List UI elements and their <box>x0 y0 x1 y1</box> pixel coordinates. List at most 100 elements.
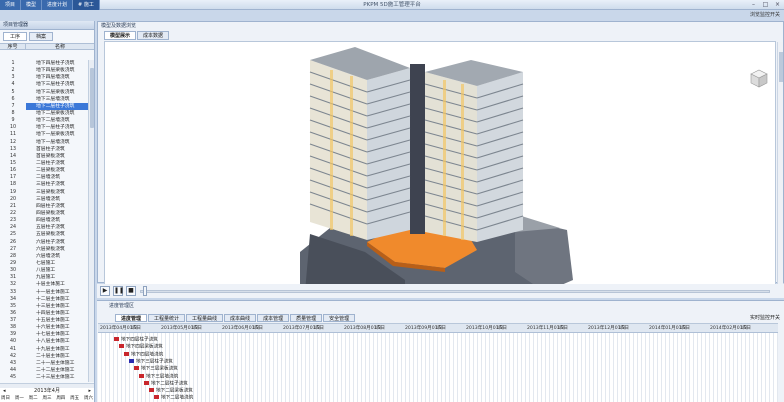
row-number: 27 <box>9 246 17 252</box>
row-name: 十五层主体施工 <box>36 318 70 324</box>
table-row[interactable]: 20 三层墙浇筑 <box>0 196 88 203</box>
row-number: 38 <box>9 325 17 331</box>
row-number: 15 <box>9 160 17 166</box>
scrollbar-thumb[interactable] <box>90 68 94 128</box>
table-row[interactable]: 10 地下一层柱子浇筑 <box>0 124 88 131</box>
tab-cost-data[interactable]: 成本数据 <box>137 31 170 40</box>
table-row[interactable]: 40 十八层主体施工 <box>0 338 88 345</box>
table-row[interactable]: 25 五层梁板浇筑 <box>0 231 88 238</box>
table-row[interactable]: 42 二十层主体施工 <box>0 353 88 360</box>
table-row[interactable]: 8 地下二层梁板浇筑 <box>0 110 88 117</box>
maximize-icon[interactable]: □ <box>761 1 770 8</box>
table-row[interactable]: 17 二层墙浇筑 <box>0 174 88 181</box>
gantt-task[interactable]: 地下二层梁板浇筑 <box>149 388 193 394</box>
row-name: 三层柱子浇筑 <box>36 182 65 188</box>
table-row[interactable]: 3 地下四层墙浇筑 <box>0 74 88 81</box>
table-row[interactable]: 22 四层梁板浇筑 <box>0 210 88 217</box>
table-row[interactable]: 19 三层梁板浇筑 <box>0 189 88 196</box>
table-row[interactable]: 36 十四层主体施工 <box>0 310 88 317</box>
browse-monitor-toggle[interactable]: 浏览监控开关 <box>750 11 780 19</box>
stop-button[interactable]: ■ <box>126 286 136 296</box>
table-row[interactable]: 16 二层梁板浇筑 <box>0 167 88 174</box>
tab-progress-6[interactable]: 安全管理 <box>323 314 356 322</box>
tab-process[interactable]: 工序 <box>3 32 28 41</box>
table-row[interactable]: 35 十三层主体施工 <box>0 303 88 310</box>
tab-progress-4[interactable]: 成本管理 <box>257 314 290 322</box>
table-row[interactable]: 28 六层墙浇筑 <box>0 253 88 260</box>
gantt-task[interactable]: 地下四层柱子浇筑 <box>114 337 158 343</box>
gantt-task[interactable]: 地下四层墙浇筑 <box>124 351 163 358</box>
tab-archive[interactable]: 档案 <box>29 32 54 41</box>
row-number: 5 <box>11 89 15 95</box>
table-row[interactable]: 7 地下二层柱子浇筑 <box>0 102 88 110</box>
table-row[interactable]: 15 二层柱子浇筑 <box>0 160 88 167</box>
row-name: 七层施工 <box>36 260 56 266</box>
table-row[interactable]: 37 十五层主体施工 <box>0 317 88 324</box>
row-name: 首层梁板浇筑 <box>36 153 65 159</box>
table-row[interactable]: 34 十二层主体施工 <box>0 296 88 303</box>
table-row[interactable]: 1 地下四层柱子浇筑 <box>0 60 88 67</box>
row-number: 36 <box>9 310 17 316</box>
table-row[interactable]: 41 十九层主体施工 <box>0 346 88 353</box>
table-row[interactable]: 38 十六层主体施工 <box>0 324 88 331</box>
table-row[interactable]: 24 五层柱子浇筑 <box>0 224 88 231</box>
viewport-scrollbar-thumb[interactable] <box>779 52 783 82</box>
3d-viewport[interactable] <box>104 41 776 286</box>
row-number: 18 <box>9 182 17 188</box>
central-core <box>410 64 425 234</box>
table-row[interactable]: 30 八层施工 <box>0 267 88 274</box>
table-row[interactable]: 12 地下一层墙浇筑 <box>0 139 88 146</box>
row-number: 40 <box>9 339 17 345</box>
table-row[interactable]: 9 地下二层墙浇筑 <box>0 117 88 124</box>
gantt-task[interactable]: 地下二层墙浇筑 <box>154 395 193 401</box>
gantt-task[interactable]: 地下三层墙浇筑 <box>139 373 178 380</box>
play-button[interactable]: ▶ <box>100 286 110 296</box>
task-list: 1 地下四层柱子浇筑 2 地下四层梁板浇筑 3 地下四层墙浇筑 4 地下三层柱子浇筑 5 地下三层… <box>0 60 88 381</box>
next-month-icon[interactable]: ▸ <box>88 388 91 395</box>
timeline-slider[interactable] <box>140 290 770 293</box>
row-name: 四层墙浇筑 <box>36 218 60 224</box>
table-row[interactable]: 23 四层墙浇筑 <box>0 217 88 224</box>
gantt-task[interactable]: 地下三层梁板浇筑 <box>134 366 178 372</box>
tab-progress-2[interactable]: 工程量曲线 <box>186 314 224 322</box>
table-row[interactable]: 4 地下三层柱子浇筑 <box>0 81 88 88</box>
table-row[interactable]: 33 十一层主体施工 <box>0 289 88 296</box>
table-row[interactable]: 5 地下三层梁板浇筑 <box>0 89 88 96</box>
view-cube-icon[interactable] <box>750 69 768 88</box>
table-row[interactable]: 43 二十一层主体施工 <box>0 360 88 367</box>
table-row[interactable]: 26 六层柱子浇筑 <box>0 239 88 246</box>
table-row[interactable]: 31 九层施工 <box>0 274 88 281</box>
column-header-name[interactable]: 名称 <box>26 44 94 50</box>
title-bar: 项目 模型 进度计划 # 施工 PKPM 5D施工管理平台 – □ × <box>0 0 784 10</box>
tab-progress-1[interactable]: 工程量统计 <box>148 314 186 322</box>
table-row[interactable]: 27 六层梁板浇筑 <box>0 246 88 253</box>
table-row[interactable]: 44 二十二层主体施工 <box>0 367 88 374</box>
gantt-task[interactable]: 地下二层柱子浇筑 <box>144 380 188 387</box>
viewport-scrollbar[interactable] <box>777 42 783 284</box>
gantt-task[interactable]: 地下三层柱子浇筑 <box>129 358 173 365</box>
gantt-task[interactable]: 地下四层梁板浇筑 <box>119 344 163 350</box>
prev-month-icon[interactable]: ◂ <box>3 388 6 395</box>
task-list-scrollbar[interactable] <box>88 60 94 382</box>
column-header-number[interactable]: 序号 <box>0 44 26 50</box>
table-row[interactable]: 6 地下三层墙浇筑 <box>0 96 88 103</box>
tab-model-display[interactable]: 模型展示 <box>104 31 137 40</box>
close-icon[interactable]: × <box>773 1 782 8</box>
table-row[interactable]: 45 二十三层主体施工 <box>0 374 88 381</box>
tab-progress-3[interactable]: 成本曲线 <box>224 314 257 322</box>
minimize-icon[interactable]: – <box>749 1 758 8</box>
realtime-monitor-toggle[interactable]: 实时监控开关 <box>750 314 780 322</box>
table-row[interactable]: 18 三层柱子浇筑 <box>0 181 88 188</box>
table-row[interactable]: 21 四层柱子浇筑 <box>0 203 88 210</box>
tab-progress-0[interactable]: 进度管理 <box>115 314 148 322</box>
table-row[interactable]: 39 十七层主体施工 <box>0 331 88 338</box>
table-row[interactable]: 32 十层主体施工 <box>0 281 88 288</box>
table-row[interactable]: 13 首层柱子浇筑 <box>0 146 88 153</box>
table-row[interactable]: 14 首层梁板浇筑 <box>0 153 88 160</box>
table-row[interactable]: 2 地下四层梁板浇筑 <box>0 67 88 74</box>
table-row[interactable]: 29 七层施工 <box>0 260 88 267</box>
pause-button[interactable]: ❚❚ <box>113 286 124 296</box>
tab-progress-5[interactable]: 质量管理 <box>290 314 323 322</box>
table-row[interactable]: 11 地下一层梁板浇筑 <box>0 131 88 138</box>
timeline-slider-handle[interactable] <box>143 286 148 296</box>
